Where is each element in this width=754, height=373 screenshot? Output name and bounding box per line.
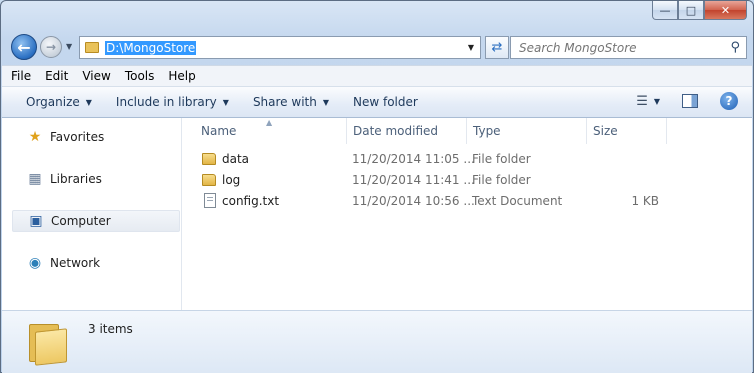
include-in-library-button[interactable]: Include in library ▼: [116, 95, 229, 109]
table-row[interactable]: data 11/20/2014 11:05 ... File folder: [183, 149, 752, 170]
details-pane: 3 items: [2, 310, 752, 373]
view-controls: ☰ ▼ ?: [636, 92, 738, 110]
file-name: log: [222, 173, 241, 187]
folder-icon: [85, 42, 99, 53]
nav-computer-label: Computer: [51, 214, 111, 228]
column-header-type[interactable]: Type: [467, 118, 587, 144]
chevron-down-icon: ▼: [222, 97, 229, 107]
item-count: 3 items: [88, 322, 133, 336]
large-folder-icon: [29, 322, 67, 366]
nav-network-label: Network: [50, 256, 101, 270]
file-name: data: [222, 152, 250, 166]
command-bar: Organize ▼ Include in library ▼ Share wi…: [2, 87, 752, 118]
text-file-icon: [204, 193, 216, 208]
address-dropdown-icon[interactable]: ▼: [468, 43, 474, 52]
nav-network[interactable]: ◉ Network: [12, 252, 180, 274]
address-path[interactable]: D:\MongoStore: [105, 40, 197, 55]
column-header-name[interactable]: Name: [195, 118, 347, 144]
caption-buttons: — □ ✕: [652, 1, 747, 20]
column-size-label: Size: [593, 124, 618, 138]
back-button[interactable]: ←: [11, 34, 37, 60]
library-icon: ▦: [28, 171, 42, 187]
table-row[interactable]: config.txt 11/20/2014 10:56 ... Text Doc…: [183, 191, 752, 212]
column-type-label: Type: [473, 124, 501, 138]
file-name: config.txt: [222, 194, 280, 208]
nav-favorites[interactable]: ★ Favorites: [12, 126, 180, 148]
folder-icon: [202, 174, 216, 186]
nav-favorites-label: Favorites: [50, 130, 105, 144]
menu-view[interactable]: View: [82, 69, 110, 83]
preview-pane-icon[interactable]: [682, 94, 698, 108]
network-icon: ◉: [28, 255, 42, 271]
address-bar[interactable]: D:\MongoStore ▼: [79, 36, 481, 59]
file-list: ▲ Name Date modified Type Size data 11/2…: [183, 118, 752, 310]
chevron-down-icon: ▼: [322, 97, 329, 107]
file-type: Text Document: [472, 194, 563, 208]
chevron-down-icon: ▼: [85, 97, 92, 107]
explorer-window: — □ ✕ ← → ▼ D:\MongoStore ▼ ⇄ ⚲ File Edi…: [0, 0, 754, 373]
search-box[interactable]: ⚲: [510, 36, 747, 59]
navigation-pane: ★ Favorites ▦ Libraries ▣ Computer ◉ Net…: [2, 118, 182, 310]
file-date: 11/20/2014 10:56 ...: [352, 194, 475, 208]
include-in-library-label: Include in library: [115, 95, 217, 109]
view-dropdown-icon[interactable]: ▼: [654, 97, 660, 106]
file-date: 11/20/2014 11:05 ...: [352, 152, 475, 166]
nav-computer[interactable]: ▣ Computer: [12, 210, 180, 232]
content-area: ★ Favorites ▦ Libraries ▣ Computer ◉ Net…: [2, 118, 752, 310]
nav-libraries-label: Libraries: [50, 172, 102, 186]
file-date: 11/20/2014 11:41 ...: [352, 173, 475, 187]
table-row[interactable]: log 11/20/2014 11:41 ... File folder: [183, 170, 752, 191]
forward-arrow-icon: →: [45, 40, 57, 54]
file-size: 1 KB: [631, 194, 659, 208]
column-date-label: Date modified: [353, 124, 439, 138]
refresh-button[interactable]: ⇄: [485, 36, 509, 59]
close-button[interactable]: ✕: [704, 1, 747, 20]
column-header-date-modified[interactable]: Date modified: [347, 118, 467, 144]
column-name-label: Name: [201, 124, 237, 138]
organize-label: Organize: [26, 95, 80, 109]
new-folder-button[interactable]: New folder: [353, 95, 418, 109]
menu-edit[interactable]: Edit: [45, 69, 68, 83]
menu-bar: File Edit View Tools Help: [2, 65, 752, 87]
star-icon: ★: [28, 129, 42, 145]
refresh-icon: ⇄: [491, 40, 503, 55]
share-with-label: Share with: [252, 95, 317, 109]
computer-icon: ▣: [29, 213, 43, 229]
menu-file[interactable]: File: [11, 69, 31, 83]
folder-icon: [202, 153, 216, 165]
file-type: File folder: [472, 173, 531, 187]
search-icon[interactable]: ⚲: [730, 40, 740, 55]
back-arrow-icon: ←: [17, 37, 31, 57]
menu-tools[interactable]: Tools: [125, 69, 155, 83]
file-type: File folder: [472, 152, 531, 166]
recent-pages-dropdown[interactable]: ▼: [66, 42, 72, 51]
nav-libraries[interactable]: ▦ Libraries: [12, 168, 180, 190]
maximize-button[interactable]: □: [678, 1, 704, 20]
view-options-icon[interactable]: ☰: [636, 94, 648, 109]
menu-help[interactable]: Help: [168, 69, 195, 83]
column-header-size[interactable]: Size: [587, 118, 667, 144]
organize-button[interactable]: Organize ▼: [26, 95, 92, 109]
help-icon[interactable]: ?: [720, 92, 738, 110]
share-with-button[interactable]: Share with ▼: [253, 95, 329, 109]
navigation-bar: ← → ▼ D:\MongoStore ▼ ⇄ ⚲: [9, 33, 747, 61]
search-input[interactable]: [511, 40, 711, 55]
minimize-button[interactable]: —: [652, 1, 678, 20]
forward-button[interactable]: →: [40, 36, 62, 58]
new-folder-label: New folder: [353, 95, 418, 109]
